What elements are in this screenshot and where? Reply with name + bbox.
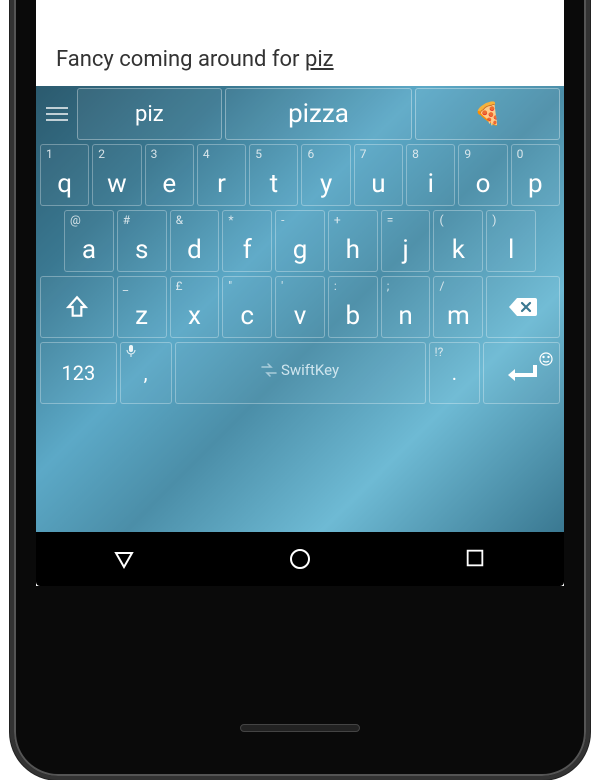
- key-v[interactable]: 'v: [275, 276, 325, 338]
- key-y[interactable]: 6y: [301, 144, 350, 206]
- typed-text: Fancy coming around for piz: [56, 47, 334, 72]
- nav-back-button[interactable]: [112, 547, 136, 571]
- key-row-2: @a#s&d*f-g+h=j(k)l: [40, 210, 560, 272]
- key-row-3: _z£x"c'v:b;n/m: [40, 276, 560, 338]
- suggestion-emoji[interactable]: 🍕: [415, 88, 560, 140]
- key-h[interactable]: +h: [328, 210, 378, 272]
- key-c[interactable]: "c: [222, 276, 272, 338]
- text-input-area[interactable]: Fancy coming around for piz: [36, 0, 564, 86]
- backspace-key[interactable]: [486, 276, 560, 338]
- key-m[interactable]: /m: [433, 276, 483, 338]
- key-q[interactable]: 1q: [40, 144, 89, 206]
- smile-icon: [539, 347, 553, 371]
- shift-icon: [41, 277, 113, 337]
- typed-partial: piz: [305, 47, 334, 72]
- backspace-icon: [487, 277, 559, 337]
- key-j[interactable]: =j: [381, 210, 431, 272]
- phone-chin: [14, 656, 586, 776]
- key-o[interactable]: 9o: [458, 144, 507, 206]
- screen: Fancy coming around for piz piz pizza 🍕 …: [36, 0, 564, 586]
- comma-key[interactable]: ,: [120, 342, 172, 404]
- keyboard: piz pizza 🍕 1q2w3e4r5t6y7u8i9o0p @a#s&d*…: [36, 86, 564, 532]
- mic-icon: [126, 345, 136, 360]
- android-nav-bar: [36, 532, 564, 586]
- key-w[interactable]: 2w: [92, 144, 141, 206]
- key-i[interactable]: 8i: [406, 144, 455, 206]
- key-u[interactable]: 7u: [354, 144, 403, 206]
- key-z[interactable]: _z: [117, 276, 167, 338]
- key-f[interactable]: *f: [222, 210, 272, 272]
- key-l[interactable]: )l: [486, 210, 536, 272]
- swiftkey-logo: SwiftKey: [261, 361, 339, 379]
- typed-sentence: Fancy coming around for: [56, 47, 305, 72]
- period-key[interactable]: !? .: [429, 342, 481, 404]
- suggestion-center[interactable]: pizza: [225, 88, 413, 140]
- nav-recent-button[interactable]: [464, 547, 488, 571]
- key-p[interactable]: 0p: [511, 144, 560, 206]
- key-g[interactable]: -g: [275, 210, 325, 272]
- speaker-grille: [240, 724, 360, 732]
- key-x[interactable]: £x: [170, 276, 220, 338]
- key-s[interactable]: #s: [117, 210, 167, 272]
- key-d[interactable]: &d: [170, 210, 220, 272]
- suggestion-left[interactable]: piz: [77, 88, 222, 140]
- numeric-key[interactable]: 123: [40, 342, 117, 404]
- key-r[interactable]: 4r: [197, 144, 246, 206]
- suggestion-bar: piz pizza 🍕: [40, 88, 560, 140]
- key-e[interactable]: 3e: [145, 144, 194, 206]
- key-row-1: 1q2w3e4r5t6y7u8i9o0p: [40, 144, 560, 206]
- key-row-4: 123 , SwiftKey !? .: [40, 342, 560, 404]
- shift-key[interactable]: [40, 276, 114, 338]
- key-k[interactable]: (k: [433, 210, 483, 272]
- nav-home-button[interactable]: [288, 547, 312, 571]
- phone-frame: Fancy coming around for piz piz pizza 🍕 …: [10, 0, 590, 780]
- enter-key[interactable]: [483, 342, 560, 404]
- key-t[interactable]: 5t: [249, 144, 298, 206]
- space-key[interactable]: SwiftKey: [175, 342, 426, 404]
- key-a[interactable]: @a: [64, 210, 114, 272]
- hamburger-icon[interactable]: [40, 88, 74, 140]
- key-b[interactable]: :b: [328, 276, 378, 338]
- key-n[interactable]: ;n: [381, 276, 431, 338]
